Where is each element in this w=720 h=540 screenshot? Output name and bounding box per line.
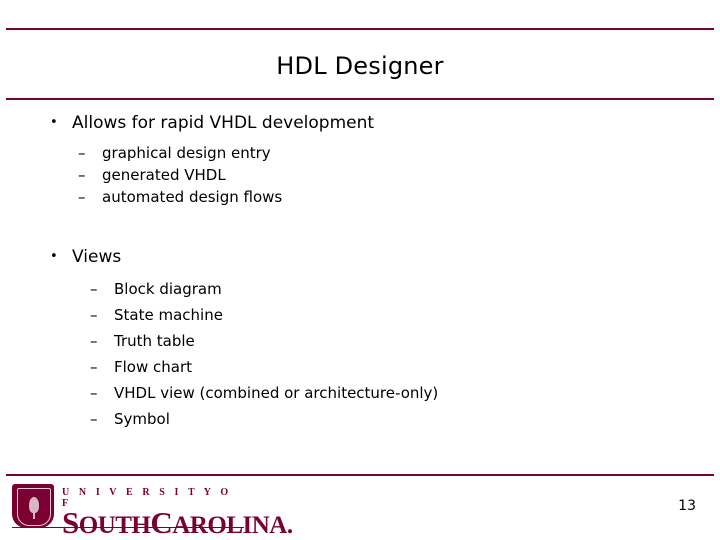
list-item-label: Truth table: [114, 332, 195, 350]
bullet-group-1: • Allows for rapid VHDL development – gr…: [40, 110, 700, 208]
bullet-group-1-heading: Allows for rapid VHDL development: [72, 113, 375, 133]
list-item: – graphical design entry: [72, 142, 700, 164]
dash-bullet-icon: –: [90, 410, 98, 428]
logo-wordmark: U N I V E R S I T Y O F SOUTHCAROLINA.: [62, 484, 293, 539]
group-spacer: [40, 210, 700, 244]
list-item: – State machine: [72, 302, 700, 328]
university-logo: U N I V E R S I T Y O F SOUTHCAROLINA.: [12, 484, 293, 539]
crest-icon: [12, 484, 54, 528]
list-item-label: Flow chart: [114, 358, 193, 376]
list-item-label: Symbol: [114, 410, 170, 428]
list-item-label: automated design flows: [102, 188, 283, 206]
page-number: 13: [678, 498, 696, 514]
bullet-list-level1: • Allows for rapid VHDL development – gr…: [40, 110, 700, 432]
dash-bullet-icon: –: [90, 358, 98, 376]
dash-bullet-icon: –: [90, 306, 98, 324]
logo-rest-outh: OUTH: [78, 512, 151, 539]
logo-line-south-carolina: SOUTHCAROLINA.: [62, 507, 293, 539]
list-item: – Flow chart: [72, 354, 700, 380]
list-item: – VHDL view (combined or architecture-on…: [72, 380, 700, 406]
logo-rest-arolina: AROLINA.: [172, 512, 293, 539]
list-item-label: generated VHDL: [102, 166, 226, 184]
top-divider-rule: [6, 28, 714, 30]
dash-bullet-icon: –: [78, 188, 86, 206]
sub-list-group-1: – graphical design entry – generated VHD…: [72, 142, 700, 208]
logo-underline: [12, 527, 244, 528]
list-item: – Symbol: [72, 406, 700, 432]
list-item-label: Block diagram: [114, 280, 222, 298]
slide: HDL Designer • Allows for rapid VHDL dev…: [0, 0, 720, 540]
logo-cap-s: S: [62, 505, 79, 540]
dash-bullet-icon: –: [78, 166, 86, 184]
dash-bullet-icon: –: [78, 144, 86, 162]
bottom-divider-rule: [6, 474, 714, 476]
list-item: – generated VHDL: [72, 164, 700, 186]
list-item: – Truth table: [72, 328, 700, 354]
dash-bullet-icon: –: [90, 384, 98, 402]
bullet-marker-icon: •: [50, 249, 58, 264]
dash-bullet-icon: –: [90, 280, 98, 298]
list-item-label: State machine: [114, 306, 223, 324]
list-item-label: VHDL view (combined or architecture-only…: [114, 384, 439, 402]
list-item: – Block diagram: [72, 276, 700, 302]
sub-list-group-2: – Block diagram – State machine – Truth …: [72, 276, 700, 432]
dash-bullet-icon: –: [90, 332, 98, 350]
bullet-marker-icon: •: [50, 115, 58, 130]
list-item: – automated design flows: [72, 186, 700, 208]
page-title: HDL Designer: [276, 52, 444, 80]
title-divider-rule: [6, 98, 714, 100]
bullet-group-2-heading: Views: [72, 247, 122, 267]
slide-body: • Allows for rapid VHDL development – gr…: [40, 110, 700, 434]
list-item-label: graphical design entry: [102, 144, 271, 162]
logo-cap-c: C: [150, 505, 173, 540]
bullet-group-2: • Views – Block diagram – State machine …: [40, 244, 700, 432]
